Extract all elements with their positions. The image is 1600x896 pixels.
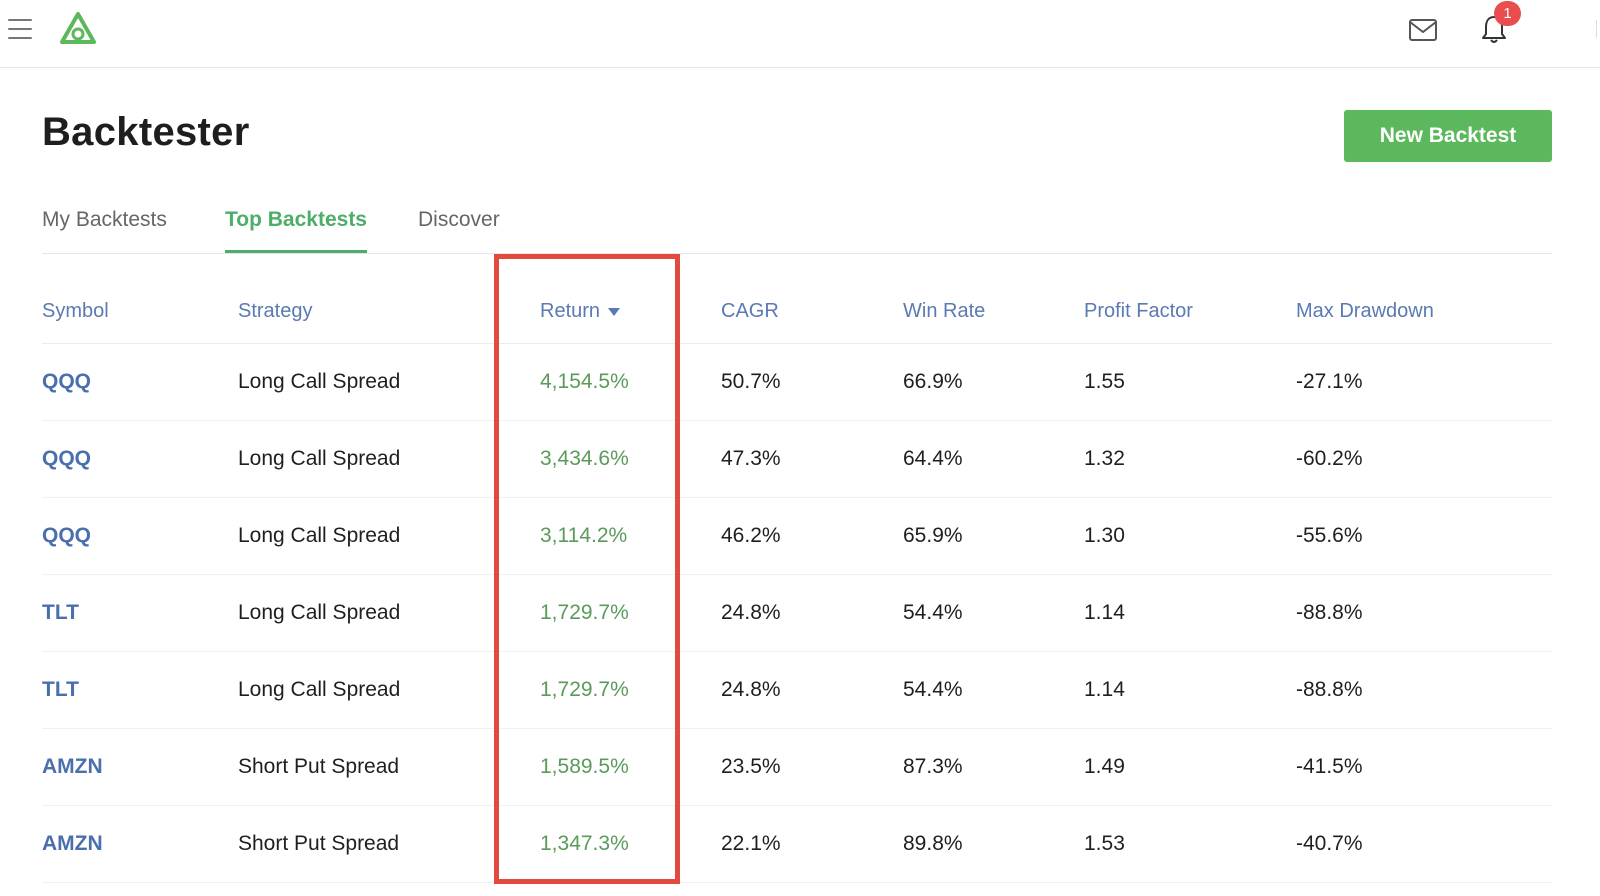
return-cell: 1,729.7% (540, 601, 629, 624)
return-cell: 3,434.6% (540, 447, 629, 470)
table-body: QQQ Long Call Spread 4,154.5% 50.7% 66.9… (42, 344, 1552, 883)
profit-factor-cell: 1.14 (1084, 601, 1125, 624)
symbol-link[interactable]: TLT (42, 601, 79, 625)
return-cell: 1,347.3% (540, 832, 629, 855)
win-rate-cell: 87.3% (903, 755, 963, 778)
return-cell: 4,154.5% (540, 370, 629, 393)
win-rate-cell: 54.4% (903, 601, 963, 624)
max-drawdown-cell: -60.2% (1296, 447, 1363, 470)
profit-factor-cell: 1.55 (1084, 370, 1125, 393)
cagr-cell: 22.1% (721, 832, 781, 855)
return-cell: 1,589.5% (540, 755, 629, 778)
table-row[interactable]: TLT Long Call Spread 1,729.7% 24.8% 54.4… (42, 575, 1552, 652)
header-cagr[interactable]: CAGR (721, 300, 779, 323)
win-rate-cell: 89.8% (903, 832, 963, 855)
strategy-cell: Long Call Spread (238, 447, 401, 470)
tab-discover[interactable]: Discover (418, 208, 500, 253)
profit-factor-cell: 1.49 (1084, 755, 1125, 778)
cagr-cell: 23.5% (721, 755, 781, 778)
max-drawdown-cell: -27.1% (1296, 370, 1363, 393)
symbol-link[interactable]: QQQ (42, 370, 91, 394)
profit-factor-cell: 1.14 (1084, 678, 1125, 701)
win-rate-cell: 66.9% (903, 370, 963, 393)
symbol-link[interactable]: TLT (42, 678, 79, 702)
cagr-cell: 50.7% (721, 370, 781, 393)
symbol-link[interactable]: QQQ (42, 524, 91, 548)
strategy-cell: Long Call Spread (238, 370, 401, 393)
mail-icon[interactable] (1408, 18, 1438, 42)
header-profit-factor[interactable]: Profit Factor (1084, 300, 1193, 323)
profit-factor-cell: 1.53 (1084, 832, 1125, 855)
table-row[interactable]: QQQ Long Call Spread 4,154.5% 50.7% 66.9… (42, 344, 1552, 421)
max-drawdown-cell: -41.5% (1296, 755, 1363, 778)
max-drawdown-cell: -88.8% (1296, 678, 1363, 701)
win-rate-cell: 54.4% (903, 678, 963, 701)
page-title: Backtester (42, 110, 250, 154)
table-row[interactable]: AMZN Short Put Spread 1,589.5% 23.5% 87.… (42, 729, 1552, 806)
return-cell: 1,729.7% (540, 678, 629, 701)
cagr-cell: 24.8% (721, 678, 781, 701)
tab-my-backtests[interactable]: My Backtests (42, 208, 167, 253)
strategy-cell: Long Call Spread (238, 524, 401, 547)
hamburger-menu-icon[interactable] (8, 19, 32, 39)
notification-badge: 1 (1494, 1, 1521, 26)
scrollbar-edge (1596, 20, 1597, 38)
strategy-cell: Long Call Spread (238, 678, 401, 701)
header-win-rate[interactable]: Win Rate (903, 300, 985, 323)
header-return[interactable]: Return (540, 300, 621, 323)
max-drawdown-cell: -88.8% (1296, 601, 1363, 624)
strategy-cell: Short Put Spread (238, 832, 400, 855)
tab-bar: My Backtests Top Backtests Discover (42, 200, 1552, 254)
win-rate-cell: 64.4% (903, 447, 963, 470)
strategy-cell: Short Put Spread (238, 755, 400, 778)
cagr-cell: 46.2% (721, 524, 781, 547)
profit-factor-cell: 1.30 (1084, 524, 1125, 547)
table-row[interactable]: QQQ Long Call Spread 3,114.2% 46.2% 65.9… (42, 498, 1552, 575)
backtests-table: Symbol Strategy Return CAGR Win Rate Pro… (42, 276, 1552, 883)
header-max-drawdown[interactable]: Max Drawdown (1296, 300, 1434, 323)
cagr-cell: 24.8% (721, 601, 781, 624)
profit-factor-cell: 1.32 (1084, 447, 1125, 470)
new-backtest-button[interactable]: New Backtest (1344, 110, 1552, 162)
cagr-cell: 47.3% (721, 447, 781, 470)
header-return-label: Return (540, 300, 601, 322)
table-header-row: Symbol Strategy Return CAGR Win Rate Pro… (42, 276, 1552, 344)
sort-descending-icon[interactable] (608, 307, 621, 316)
top-navbar: 1 (0, 0, 1600, 68)
max-drawdown-cell: -40.7% (1296, 832, 1363, 855)
header-symbol[interactable]: Symbol (42, 300, 109, 323)
symbol-link[interactable]: AMZN (42, 832, 103, 856)
symbol-link[interactable]: AMZN (42, 755, 103, 779)
tab-top-backtests[interactable]: Top Backtests (225, 208, 367, 253)
return-cell: 3,114.2% (540, 524, 628, 547)
win-rate-cell: 65.9% (903, 524, 963, 547)
strategy-cell: Long Call Spread (238, 601, 401, 624)
table-row[interactable]: TLT Long Call Spread 1,729.7% 24.8% 54.4… (42, 652, 1552, 729)
symbol-link[interactable]: QQQ (42, 447, 91, 471)
table-row[interactable]: QQQ Long Call Spread 3,434.6% 47.3% 64.4… (42, 421, 1552, 498)
logo-icon[interactable] (58, 10, 98, 48)
table-row[interactable]: AMZN Short Put Spread 1,347.3% 22.1% 89.… (42, 806, 1552, 883)
header-strategy[interactable]: Strategy (238, 300, 312, 323)
max-drawdown-cell: -55.6% (1296, 524, 1363, 547)
